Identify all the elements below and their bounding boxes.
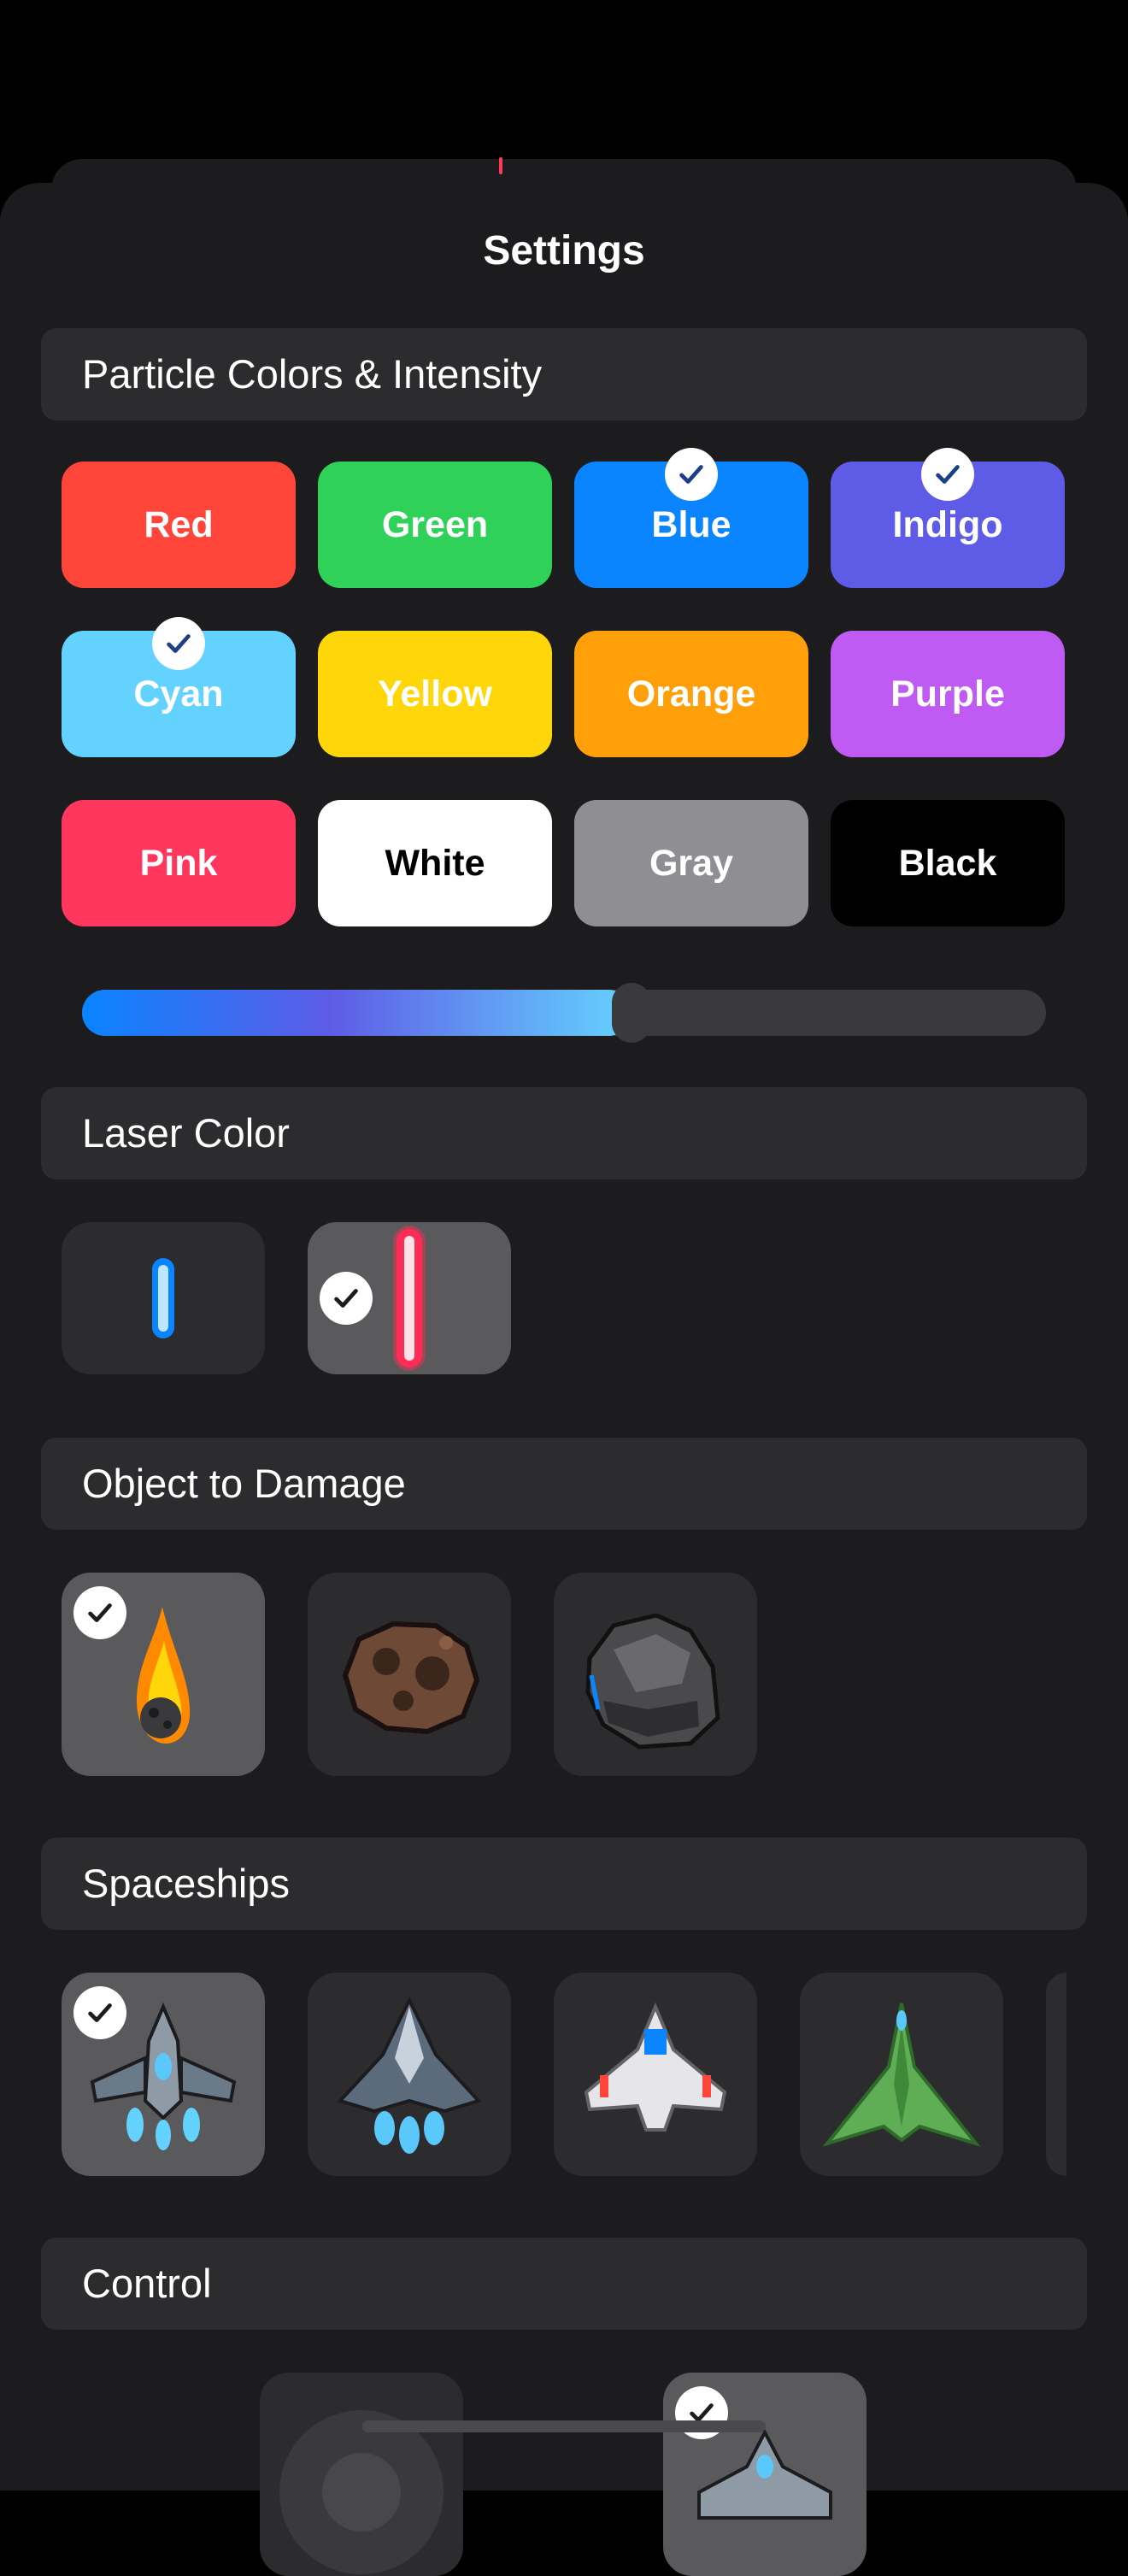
control-option-joystick[interactable]: [260, 2373, 463, 2576]
section-header-spaceships: Spaceships: [41, 1838, 1087, 1930]
color-chip-white[interactable]: White: [318, 800, 552, 926]
color-chip-label: Cyan: [133, 673, 224, 715]
gray-rock-icon: [585, 1613, 720, 1750]
color-chip-pink[interactable]: Pink: [62, 800, 296, 926]
section-title: Laser Color: [82, 1110, 290, 1156]
blue-laser-icon: [152, 1258, 174, 1338]
color-chip-label: Red: [144, 503, 214, 545]
color-chip-black[interactable]: Black: [831, 800, 1065, 926]
color-chip-label: Indigo: [892, 503, 1003, 545]
color-chip-gray[interactable]: Gray: [574, 800, 808, 926]
steel-fighter-icon: [337, 1996, 482, 2154]
intensity-slider-thumb[interactable]: [611, 983, 651, 1043]
color-chip-label: Gray: [649, 842, 733, 884]
color-chip-label: White: [385, 842, 485, 884]
object-option-meteor[interactable]: [62, 1573, 265, 1776]
cyan-fighter-icon: [90, 2002, 237, 2150]
color-chip-yellow[interactable]: Yellow: [318, 631, 552, 757]
flaming-meteor-icon: [137, 1607, 191, 1744]
joystick-icon: [279, 2410, 444, 2574]
settings-sheet: Settings Particle Colors & Intensity Red…: [0, 183, 1128, 2576]
color-chip-label: Black: [898, 842, 997, 884]
spaceship-option-white-ship[interactable]: [554, 1973, 757, 2176]
color-chip-blue[interactable]: Blue: [574, 448, 808, 588]
spaceship-option-green-ship[interactable]: [800, 1973, 1003, 2176]
color-chip-green[interactable]: Green: [318, 462, 552, 588]
object-option-asteroid[interactable]: [308, 1573, 511, 1776]
section-header-particle: Particle Colors & Intensity: [41, 328, 1087, 421]
section-title: Object to Damage: [82, 1461, 406, 1506]
color-chip-label: Green: [381, 503, 489, 545]
color-chip-indigo[interactable]: Indigo: [831, 448, 1065, 588]
section-title: Spaceships: [82, 1861, 290, 1906]
spaceship-option-steel-fighter[interactable]: [308, 1973, 511, 2176]
color-chip-red[interactable]: Red: [62, 462, 296, 588]
color-chip-label: Purple: [890, 673, 1005, 715]
spaceship-option-partial[interactable]: [1046, 1973, 1066, 2176]
color-chip-cyan[interactable]: Cyan: [62, 617, 296, 757]
spaceship-option-cyan-fighter[interactable]: [62, 1973, 265, 2176]
section-header-object: Object to Damage: [41, 1438, 1087, 1530]
color-chip-label: Orange: [626, 673, 756, 715]
object-option-rock[interactable]: [554, 1573, 757, 1776]
color-chip-label: Pink: [139, 842, 218, 884]
color-chip-label: Blue: [651, 503, 731, 545]
intensity-slider[interactable]: [82, 983, 1046, 1043]
laser-option-red[interactable]: [308, 1222, 511, 1374]
control-option-touch[interactable]: [663, 2373, 867, 2576]
home-indicator: [362, 2420, 766, 2432]
color-chip-label: Yellow: [378, 673, 492, 715]
page-title: Settings: [483, 228, 645, 273]
laser-option-blue[interactable]: [62, 1222, 265, 1374]
brown-asteroid-icon: [342, 1620, 480, 1735]
checkmark-icon: [152, 617, 205, 670]
checkmark-icon: [665, 448, 718, 501]
background-laser: [499, 157, 502, 174]
section-title: Control: [82, 2261, 212, 2306]
section-header-control: Control: [41, 2238, 1087, 2330]
checkmark-icon: [921, 448, 974, 501]
ship-control-icon: [697, 2428, 832, 2520]
white-blue-ship-icon: [584, 2002, 727, 2132]
red-laser-icon: [393, 1226, 426, 1371]
color-chip-purple[interactable]: Purple: [831, 631, 1065, 757]
section-header-laser: Laser Color: [41, 1087, 1087, 1179]
color-chip-orange[interactable]: Orange: [574, 631, 808, 757]
green-ship-icon: [822, 2003, 981, 2147]
intensity-slider-fill: [82, 990, 632, 1036]
section-title: Particle Colors & Intensity: [82, 351, 543, 397]
